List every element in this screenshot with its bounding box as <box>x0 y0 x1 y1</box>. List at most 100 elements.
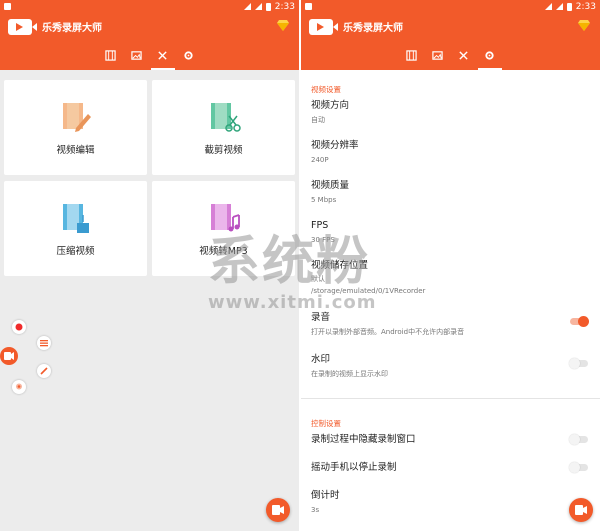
tool-label: 视频编辑 <box>56 144 95 156</box>
facecam-icon <box>16 383 22 390</box>
setting-orientation[interactable]: 视频方向 自动 <box>301 100 600 140</box>
status-time: 2:33 <box>575 1 596 12</box>
setting-fps[interactable]: FPS 30 FPS <box>301 220 600 260</box>
tab-settings[interactable] <box>183 40 195 70</box>
section-header-video: 视频设置 <box>311 85 341 94</box>
video-cut-icon <box>210 102 241 132</box>
app-logo-icon <box>309 18 338 35</box>
tab-videos[interactable] <box>406 40 418 70</box>
film-icon <box>406 49 417 61</box>
facecam-button[interactable] <box>12 380 26 394</box>
brush-icon <box>40 367 48 375</box>
floating-recorder-bubble[interactable] <box>0 347 18 365</box>
tools-screen: 2:33 乐秀录屏大师 视频编辑 截剪视频 压缩视频 视频转MP3 <box>0 0 299 531</box>
camera-icon <box>4 352 14 360</box>
setting-hide-window[interactable]: 录制过程中隐藏录制窗口 <box>301 434 600 462</box>
battery-icon <box>265 2 271 11</box>
setting-title: 视频分辨率 <box>311 140 359 151</box>
watermark-toggle[interactable] <box>569 358 588 369</box>
setting-title: 水印 <box>311 354 331 365</box>
setting-title: 视频储存位置 <box>311 260 369 271</box>
setting-title: 录音 <box>311 312 331 323</box>
setting-value: 5 Mbps <box>311 196 337 204</box>
app-root: 2:33 乐秀录屏大师 视频编辑 截剪视频 压缩视频 视频转MP3 2:33 乐… <box>0 0 600 531</box>
video-list-button[interactable] <box>37 336 51 350</box>
setting-value: 自动 <box>311 116 325 124</box>
setting-title: 录制过程中隐藏录制窗口 <box>311 434 416 445</box>
tab-images[interactable] <box>131 40 143 70</box>
setting-desc: 打开以录制外部音频。Android中不允许内部录音 <box>311 328 465 336</box>
signal-icon <box>555 3 563 10</box>
status-time: 2:33 <box>274 1 295 12</box>
tool-card-video-compress[interactable]: 压缩视频 <box>4 181 147 276</box>
record-button[interactable] <box>12 320 26 334</box>
gear-icon <box>184 50 193 60</box>
wifi-icon <box>243 3 251 10</box>
setting-quality[interactable]: 视频质量 5 Mbps <box>301 180 600 220</box>
app-title: 乐秀录屏大师 <box>42 23 102 34</box>
toggle-knob <box>578 316 589 327</box>
image-icon <box>432 50 443 60</box>
signal-icon <box>254 3 262 10</box>
tab-images[interactable] <box>432 40 444 70</box>
setting-audio[interactable]: 录音 打开以录制外部音频。Android中不允许内部录音 <box>301 312 600 354</box>
app-bar: 乐秀录屏大师 <box>0 13 299 40</box>
record-fab[interactable] <box>569 498 593 522</box>
tool-label: 视频转MP3 <box>199 245 248 257</box>
record-fab[interactable] <box>266 498 290 522</box>
camera-icon <box>272 505 284 515</box>
settings-screen: 2:33 乐秀录屏大师 视频设置 视频方向 自动 视频分辨率 240P 视频质量… <box>301 0 600 531</box>
setting-title: 视频质量 <box>311 180 350 191</box>
list-icon <box>40 340 48 347</box>
app-title: 乐秀录屏大师 <box>343 23 403 34</box>
tab-videos[interactable] <box>105 40 117 70</box>
app-logo-icon <box>8 18 37 35</box>
section-header-control: 控制设置 <box>311 419 341 428</box>
setting-title: 视频方向 <box>311 100 350 111</box>
setting-watermark[interactable]: 水印 在录制的视频上显示水印 <box>301 354 600 394</box>
video-to-mp3-icon <box>210 203 240 231</box>
brush-button[interactable] <box>37 364 51 378</box>
setting-value: 240P <box>311 156 329 164</box>
image-icon <box>131 50 142 60</box>
shake-stop-toggle[interactable] <box>569 462 588 473</box>
hide-window-toggle[interactable] <box>569 434 588 445</box>
battery-icon <box>566 2 572 11</box>
tab-tools[interactable] <box>150 40 175 70</box>
tools-icon <box>459 50 468 60</box>
tab-bar <box>0 40 299 70</box>
toggle-knob <box>569 358 580 369</box>
video-compress-icon <box>62 203 89 233</box>
toggle-knob <box>569 434 580 445</box>
setting-title: 摇动手机以停止录制 <box>311 462 397 473</box>
tool-label: 截剪视频 <box>204 144 243 156</box>
vip-gem-icon[interactable] <box>578 20 590 31</box>
tool-label: 压缩视频 <box>56 245 95 257</box>
section-divider-wrap <box>301 394 600 404</box>
tab-settings[interactable] <box>477 40 502 70</box>
tab-bar <box>301 40 600 70</box>
setting-shake-stop[interactable]: 摇动手机以停止录制 <box>301 462 600 490</box>
setting-desc: 在录制的视频上显示水印 <box>311 370 388 378</box>
notification-icon <box>4 3 11 10</box>
settings-list: 视频设置 视频方向 自动 视频分辨率 240P 视频质量 5 Mbps FPS … <box>301 70 600 520</box>
notification-icon <box>305 3 312 10</box>
tool-card-video-edit[interactable]: 视频编辑 <box>4 80 147 175</box>
setting-countdown[interactable]: 倒计时 3s <box>301 490 600 520</box>
setting-value: 30 FPS <box>311 236 335 244</box>
camera-icon <box>575 505 587 515</box>
tab-tools[interactable] <box>458 40 470 70</box>
video-edit-icon <box>62 102 91 132</box>
toggle-knob <box>569 462 580 473</box>
setting-storage[interactable]: 视频储存位置 默认 /storage/emulated/0/1VRecorder <box>301 260 600 312</box>
setting-title: 倒计时 <box>311 490 340 501</box>
setting-path: /storage/emulated/0/1VRecorder <box>311 287 426 295</box>
record-icon <box>15 323 23 331</box>
setting-resolution[interactable]: 视频分辨率 240P <box>301 140 600 180</box>
tool-card-video-cut[interactable]: 截剪视频 <box>152 80 295 175</box>
gear-icon <box>485 50 494 60</box>
vip-gem-icon[interactable] <box>277 20 289 31</box>
tool-card-video-to-mp3[interactable]: 视频转MP3 <box>152 181 295 276</box>
tools-icon <box>158 50 167 60</box>
audio-toggle[interactable] <box>570 316 589 327</box>
